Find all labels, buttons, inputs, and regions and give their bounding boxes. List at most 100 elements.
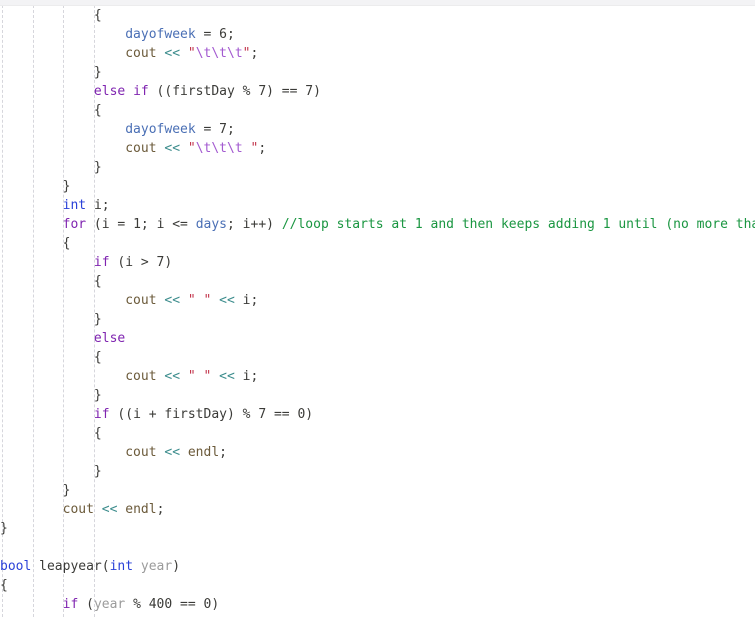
- code-line[interactable]: {: [0, 576, 755, 595]
- token-plain: (: [109, 255, 126, 270]
- code-line[interactable]: else if ((firstDay % 7) == 7): [0, 82, 755, 101]
- code-line[interactable]: if (i > 7): [0, 253, 755, 272]
- code-line[interactable]: }: [0, 481, 755, 500]
- code-line[interactable]: if ((i + firstDay) % 7 == 0): [0, 405, 755, 424]
- horizontal-scrollbar[interactable]: [0, 0, 755, 6]
- token-num: 7: [219, 122, 227, 137]
- code-line[interactable]: cout << endl;: [0, 443, 755, 462]
- code-editor[interactable]: { dayofweek = 6; cout << "\t\t\t"; } els…: [0, 0, 755, 617]
- code-line[interactable]: dayofweek = 6;: [0, 25, 755, 44]
- code-line[interactable]: cout << "\t\t\t";: [0, 44, 755, 63]
- token-ident: i: [133, 407, 141, 422]
- code-line[interactable]: {: [0, 424, 755, 443]
- token-comment: //loop starts at 1 and then keeps adding…: [281, 217, 755, 232]
- token-num: 6: [219, 27, 227, 42]
- token-op: <<: [164, 445, 181, 460]
- code-line[interactable]: {: [0, 101, 755, 120]
- code-line[interactable]: bool leapyear(int year): [0, 557, 755, 576]
- code-line[interactable]: }: [0, 462, 755, 481]
- token-ident: i: [101, 217, 110, 232]
- token-plain: ((: [109, 407, 134, 422]
- token-type: bool: [0, 559, 32, 574]
- code-line[interactable]: for (i = 1; i <= days; i++) //loop start…: [0, 215, 755, 234]
- token-num: 400: [148, 597, 173, 612]
- code-line[interactable]: {: [0, 6, 755, 25]
- token-brace: {: [93, 350, 102, 365]
- code-line[interactable]: cout << " " << i;: [0, 291, 755, 310]
- token-str: ": [187, 141, 196, 156]
- token-plain: ): [164, 255, 173, 270]
- token-type: int: [62, 198, 87, 213]
- token-str: ": [187, 46, 196, 61]
- token-plain: ): [305, 407, 314, 422]
- code-line[interactable]: }: [0, 310, 755, 329]
- code-line-blank[interactable]: [0, 538, 755, 557]
- code-line[interactable]: dayofweek = 7;: [0, 120, 755, 139]
- token-num: 1: [133, 217, 141, 232]
- code-line[interactable]: {: [0, 272, 755, 291]
- token-brace: }: [93, 388, 102, 403]
- token-var: dayofweek: [125, 27, 196, 42]
- code-line[interactable]: }: [0, 177, 755, 196]
- code-line[interactable]: int i;: [0, 196, 755, 215]
- code-line[interactable]: if (year % 400 == 0): [0, 595, 755, 614]
- code-line[interactable]: cout << endl;: [0, 500, 755, 519]
- code-line[interactable]: cout << "\t\t\t ";: [0, 139, 755, 158]
- token-plain: =: [195, 122, 220, 137]
- token-str: ": [242, 141, 259, 156]
- token-punct: ;: [101, 198, 110, 213]
- code-line[interactable]: }: [0, 386, 755, 405]
- token-str: " ": [187, 369, 212, 384]
- code-line[interactable]: }: [0, 158, 755, 177]
- token-std: cout: [125, 445, 157, 460]
- token-plain: ) %: [227, 407, 259, 422]
- token-plain: %: [234, 84, 259, 99]
- token-plain: ==: [172, 597, 204, 612]
- code-line[interactable]: else: [0, 329, 755, 348]
- code-line[interactable]: {: [0, 348, 755, 367]
- token-op: <<: [219, 293, 235, 308]
- token-punct: ;: [250, 293, 259, 308]
- code-content[interactable]: { dayofweek = 6; cout << "\t\t\t"; } els…: [0, 6, 755, 617]
- code-line[interactable]: }: [0, 63, 755, 82]
- token-op: <<: [164, 46, 181, 61]
- token-brace: }: [93, 464, 102, 479]
- code-line[interactable]: }: [0, 519, 755, 538]
- token-std: cout: [125, 293, 157, 308]
- code-line[interactable]: cout << " " << i;: [0, 367, 755, 386]
- token-std: endl: [187, 445, 220, 460]
- token-ident: leapyear: [39, 559, 102, 574]
- token-esc: \t\t\t: [195, 141, 243, 156]
- token-punct: ;: [258, 141, 267, 156]
- token-brace: }: [0, 521, 8, 536]
- token-op: <<: [101, 502, 118, 517]
- token-ident: firstDay: [172, 84, 235, 99]
- code-line[interactable]: {: [0, 234, 755, 253]
- token-plain: +: [140, 407, 165, 422]
- token-punct: ;: [250, 46, 259, 61]
- token-esc: \t\t\t: [195, 46, 243, 61]
